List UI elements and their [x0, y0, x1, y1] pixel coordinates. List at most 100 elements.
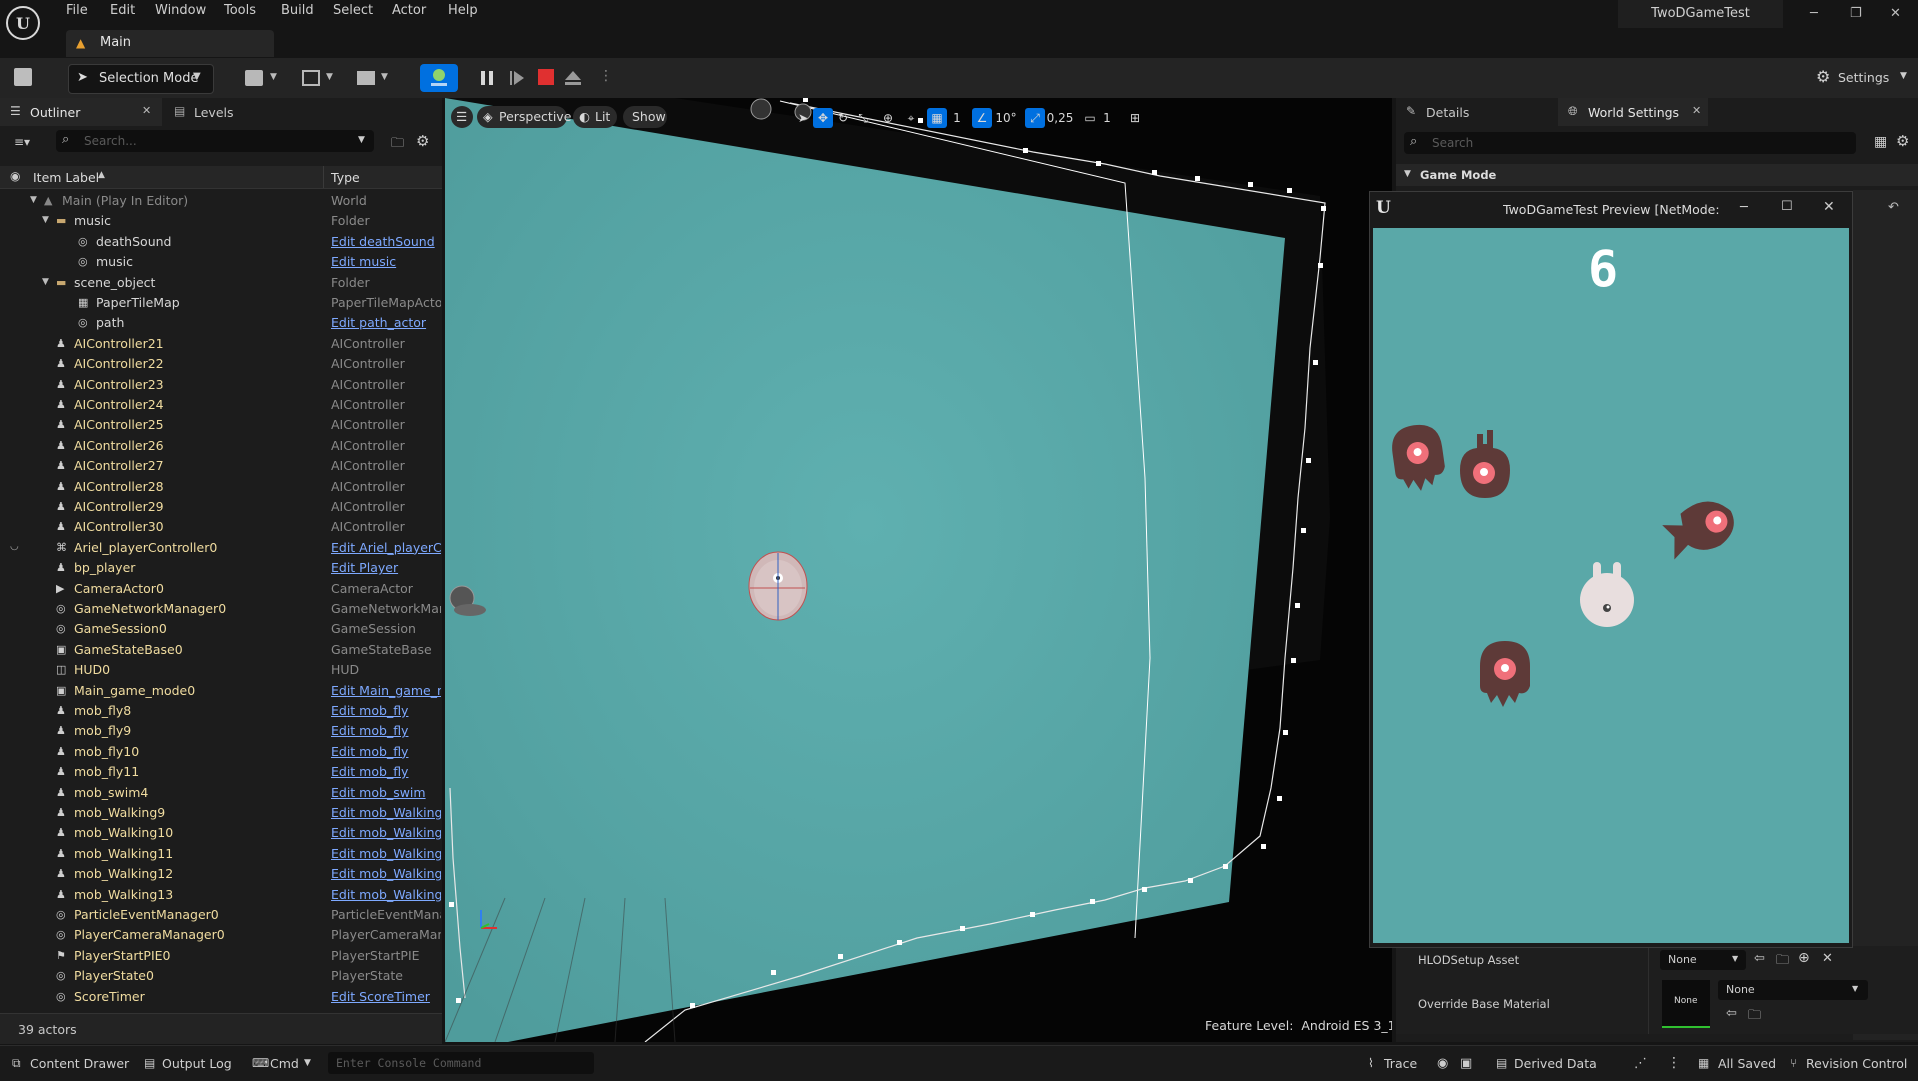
trace-button[interactable]: ⌇ Trace	[1366, 1050, 1426, 1076]
edit-blueprint-link[interactable]: Edit mob_fly	[331, 703, 441, 718]
outliner-row[interactable]: ♟ AIController28 AIController	[0, 476, 442, 496]
translate-tool-icon[interactable]: ✥	[813, 108, 833, 128]
edit-blueprint-link[interactable]: Edit mob_swim	[331, 785, 441, 800]
menu-select[interactable]: Select	[333, 3, 373, 18]
scale-snap-value[interactable]: 0,25	[1045, 108, 1075, 128]
outliner-row[interactable]: ♟ AIController25 AIController	[0, 414, 442, 434]
edit-blueprint-link[interactable]: Edit deathSound	[331, 234, 441, 249]
menu-build[interactable]: Build	[281, 3, 314, 18]
menu-file[interactable]: File	[66, 3, 88, 18]
outliner-row[interactable]: ◎ PlayerCameraManager0 PlayerCameraMana	[0, 924, 442, 944]
perspective-button[interactable]: ◈ Perspective	[477, 106, 571, 128]
outliner-row[interactable]: ♟ mob_Walking11 Edit mob_Walking	[0, 843, 442, 863]
outliner-search[interactable]: ⌕ Search... ▼	[56, 130, 374, 152]
world-space-icon[interactable]: ⊕	[878, 108, 898, 128]
close-icon[interactable]: ✕	[142, 104, 151, 117]
camera-icon[interactable]: ▣	[1460, 1056, 1472, 1071]
menu-edit[interactable]: Edit	[110, 3, 135, 18]
close-icon[interactable]: ✕	[1823, 199, 1835, 215]
world-settings-tab[interactable]: 🌐︎ World Settings ✕	[1558, 98, 1708, 126]
console-input[interactable]: Enter Console Command	[328, 1052, 594, 1074]
details-search[interactable]: ⌕ Search	[1404, 132, 1856, 154]
camera-speed-value[interactable]: 1	[1097, 108, 1117, 128]
outliner-row[interactable]: ♟ mob_Walking10 Edit mob_Walking	[0, 822, 442, 842]
game-canvas[interactable]: 6	[1373, 228, 1849, 943]
rotation-snap-value[interactable]: 10°	[992, 108, 1020, 128]
outliner-row[interactable]: ♟ AIController23 AIController	[0, 374, 442, 394]
eject-button[interactable]	[563, 68, 583, 88]
outliner-row[interactable]: ♟ AIController21 AIController	[0, 333, 442, 353]
outliner-row[interactable]: ▦ PaperTileMap PaperTileMapActor	[0, 292, 442, 312]
edit-blueprint-link[interactable]: Edit ScoreTimer	[331, 989, 441, 1004]
rotation-snap-icon[interactable]: ∠	[972, 108, 992, 128]
gear-icon[interactable]: ⚙	[416, 132, 429, 150]
more-options-icon[interactable]: ⋮	[599, 68, 613, 84]
col-item-label[interactable]: Item Label	[33, 170, 99, 185]
edit-blueprint-link[interactable]: Edit mob_Walking	[331, 866, 441, 881]
edit-blueprint-link[interactable]: Edit mob_Walking	[331, 887, 441, 902]
outliner-row[interactable]: ♟ bp_player Edit Player	[0, 557, 442, 577]
edit-blueprint-link[interactable]: Edit mob_Walking	[331, 805, 441, 820]
add-icon[interactable]: ⊕	[1798, 950, 1810, 966]
source-control-icon[interactable]: ⋰	[1634, 1056, 1647, 1071]
outliner-row[interactable]: ♟ AIController24 AIController	[0, 394, 442, 414]
record-icon[interactable]: ◉	[1437, 1056, 1448, 1071]
outliner-row[interactable]: ♟ AIController29 AIController	[0, 496, 442, 516]
player-sprite[interactable]	[748, 551, 808, 621]
hlod-asset-dropdown[interactable]: None ▼	[1660, 950, 1746, 970]
step-frame-button[interactable]	[508, 69, 526, 87]
platforms-button[interactable]	[420, 64, 458, 92]
game-preview-window[interactable]: U TwoDGameTest Preview [NetMode: S ─ ☐ ✕…	[1369, 191, 1853, 948]
edit-blueprint-link[interactable]: Edit mob_fly	[331, 744, 441, 759]
stop-button[interactable]	[538, 69, 554, 85]
chevron-down-icon[interactable]: ▼	[381, 72, 388, 82]
outliner-row[interactable]: ♟ mob_fly11 Edit mob_fly	[0, 761, 442, 781]
use-selected-icon[interactable]: ⇦	[1726, 1006, 1737, 1021]
edit-blueprint-link[interactable]: Edit Ariel_playerCo	[331, 540, 441, 555]
outliner-row[interactable]: ♟ mob_Walking9 Edit mob_Walking	[0, 802, 442, 822]
edit-blueprint-link[interactable]: Edit music	[331, 254, 441, 269]
output-log-button[interactable]: ▤ Output Log	[140, 1050, 240, 1076]
level-viewport[interactable]: ☰ ◈ Perspective ◐ Lit Show ➤ ✥ ↻ ⤡ ⊕ ⌖ ▦…	[445, 98, 1392, 1042]
outliner-row[interactable]: ♟ AIController26 AIController	[0, 435, 442, 455]
browse-icon[interactable]: 🗀	[1748, 1006, 1761, 1028]
table-view-icon[interactable]: ▦	[1874, 134, 1887, 150]
menu-window[interactable]: Window	[155, 3, 206, 18]
lit-button[interactable]: ◐ Lit	[573, 106, 617, 128]
outliner-row[interactable]: ♟ AIController22 AIController	[0, 353, 442, 373]
selection-mode-dropdown[interactable]: ➤ Selection Mode ▼	[68, 64, 214, 94]
override-material-dropdown[interactable]: None ▼	[1718, 980, 1868, 1000]
maximize-viewport-icon[interactable]: ⊞	[1125, 108, 1145, 128]
outliner-row[interactable]: ♟ mob_swim4 Edit mob_swim	[0, 782, 442, 802]
expand-arrow-icon[interactable]: ▼	[42, 277, 53, 290]
close-icon[interactable]: ✕	[1890, 6, 1901, 21]
edit-blueprint-link[interactable]: Edit mob_fly	[331, 723, 441, 738]
edit-blueprint-link[interactable]: Edit Player	[331, 560, 441, 575]
scale-tool-icon[interactable]: ⤡	[853, 108, 873, 128]
restore-icon[interactable]: ❐	[1850, 6, 1862, 21]
outliner-row[interactable]: ◎ music Edit music	[0, 251, 442, 271]
more-options-icon[interactable]: ⋮	[1667, 1055, 1681, 1071]
outliner-row[interactable]: ▣ GameStateBase0 GameStateBase	[0, 639, 442, 659]
outliner-row[interactable]: ◫ HUD0 HUD	[0, 659, 442, 679]
outliner-row[interactable]: ▼ ▲ Main (Play In Editor) World	[0, 190, 442, 210]
clear-icon[interactable]: ✕	[1822, 951, 1833, 966]
all-saved-button[interactable]: ▦ All Saved	[1696, 1050, 1776, 1076]
outliner-row[interactable]: ⌘ Ariel_playerController0 Edit Ariel_playe…	[0, 537, 442, 557]
use-selected-icon[interactable]: ⇦	[1754, 951, 1765, 966]
col-type[interactable]: Type	[331, 170, 360, 185]
outliner-row[interactable]: ▼ ▬ scene_object Folder	[0, 272, 442, 292]
outliner-row[interactable]: ▣ Main_game_mode0 Edit Main_game_m	[0, 680, 442, 700]
expand-arrow-icon[interactable]: ▼	[30, 195, 41, 208]
revision-control-button[interactable]: ⑂ Revision Control	[1788, 1050, 1916, 1076]
menu-tools[interactable]: Tools	[224, 3, 256, 18]
expand-arrow-icon[interactable]: ▼	[42, 215, 53, 228]
menu-help[interactable]: Help	[448, 3, 478, 18]
gear-icon[interactable]: ⚙	[1896, 132, 1909, 150]
new-folder-icon[interactable]: 🗀	[391, 134, 404, 156]
cinematics-icon[interactable]	[357, 71, 375, 85]
minimize-icon[interactable]: ─	[1740, 200, 1748, 215]
viewport-options-button[interactable]: ☰	[451, 106, 473, 128]
outliner-row[interactable]: ◎ GameNetworkManager0 GameNetworkMana	[0, 598, 442, 618]
select-tool-icon[interactable]: ➤	[793, 108, 813, 128]
